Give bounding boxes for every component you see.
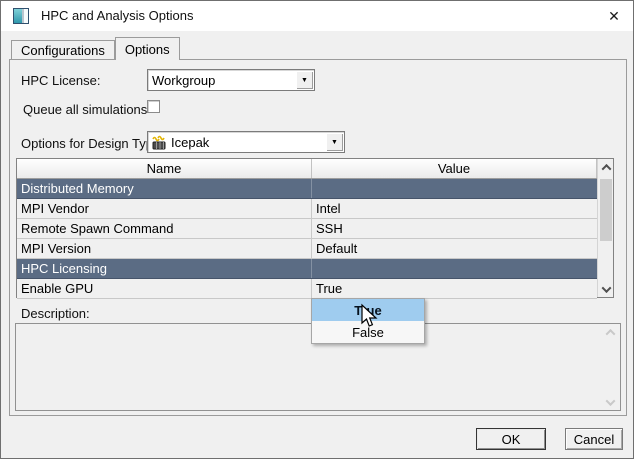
table-row-hpc-licensing[interactable]: HPC Licensing (17, 259, 597, 279)
description-scroll-up (602, 324, 618, 340)
cursor-icon (361, 303, 378, 327)
cell-value: True (316, 281, 343, 296)
cancel-button[interactable]: Cancel (565, 428, 623, 450)
ok-button[interactable]: OK (476, 428, 546, 450)
table-row-remote-spawn-command[interactable]: Remote Spawn Command SSH (17, 219, 597, 239)
options-table: Name Value Distributed Memory MPI Vendor… (16, 158, 614, 299)
column-header-name[interactable]: Name (17, 159, 312, 178)
column-header-value[interactable]: Value (312, 159, 597, 178)
scroll-down-button[interactable] (598, 281, 614, 297)
table-row-mpi-vendor[interactable]: MPI Vendor Intel (17, 199, 597, 219)
chevron-up-icon (605, 328, 615, 339)
tab-strip: Configurations Options (11, 37, 180, 60)
scrollbar-thumb[interactable] (600, 179, 612, 241)
cell-name: Distributed Memory (17, 179, 312, 198)
hpc-analysis-options-dialog: HPC and Analysis Options ✕ Configuration… (0, 0, 634, 459)
table-header: Name Value (17, 159, 597, 179)
table-row-distributed-memory[interactable]: Distributed Memory (17, 179, 597, 199)
cell-value: Default (316, 241, 358, 256)
queue-all-simulations-checkbox[interactable] (147, 100, 160, 113)
table-row-enable-gpu[interactable]: Enable GPU True (17, 279, 597, 299)
hpc-license-select[interactable]: Workgroup ▼ (147, 69, 315, 91)
chevron-down-icon[interactable]: ▼ (296, 71, 313, 89)
table-scrollbar[interactable] (597, 159, 613, 297)
cell-value (312, 179, 597, 198)
titlebar: HPC and Analysis Options ✕ (1, 1, 633, 31)
hpc-license-label: HPC License: (21, 73, 101, 88)
tab-options[interactable]: Options (114, 37, 180, 60)
cell-value: Intel (316, 201, 341, 216)
tab-configurations[interactable]: Configurations (11, 40, 115, 60)
cell-value (312, 259, 597, 278)
chevron-down-icon (601, 282, 611, 293)
description-label: Description: (21, 306, 90, 321)
close-icon: ✕ (608, 7, 620, 24)
tab-options-label: Options (124, 41, 170, 57)
design-type-label: Options for Design Type: (21, 136, 164, 151)
cell-name: Enable GPU (17, 279, 312, 298)
design-type-value: Icepak (171, 134, 210, 150)
combo-arrow-glyph: ▼ (301, 76, 308, 84)
close-button[interactable]: ✕ (601, 3, 627, 29)
cell-name: Remote Spawn Command (17, 219, 312, 238)
icepak-icon (152, 135, 166, 150)
hpc-license-value: Workgroup (152, 72, 216, 88)
chevron-down-icon[interactable]: ▼ (326, 133, 343, 151)
cell-name: MPI Vendor (17, 199, 312, 218)
table-row-mpi-version[interactable]: MPI Version Default (17, 239, 597, 259)
scroll-up-button[interactable] (598, 159, 614, 175)
description-scroll-down (602, 394, 618, 410)
cell-name: HPC Licensing (17, 259, 312, 278)
app-icon (13, 8, 29, 24)
tab-configurations-label: Configurations (21, 42, 105, 58)
design-type-select[interactable]: Icepak ▼ (147, 131, 345, 153)
combo-arrow-glyph: ▼ (331, 138, 338, 146)
chevron-up-icon (601, 163, 611, 174)
chevron-down-icon (605, 395, 615, 406)
cell-name: MPI Version (17, 239, 312, 258)
queue-all-simulations-label: Queue all simulations (23, 102, 148, 117)
cell-value: SSH (316, 221, 343, 236)
window-title: HPC and Analysis Options (41, 8, 194, 23)
